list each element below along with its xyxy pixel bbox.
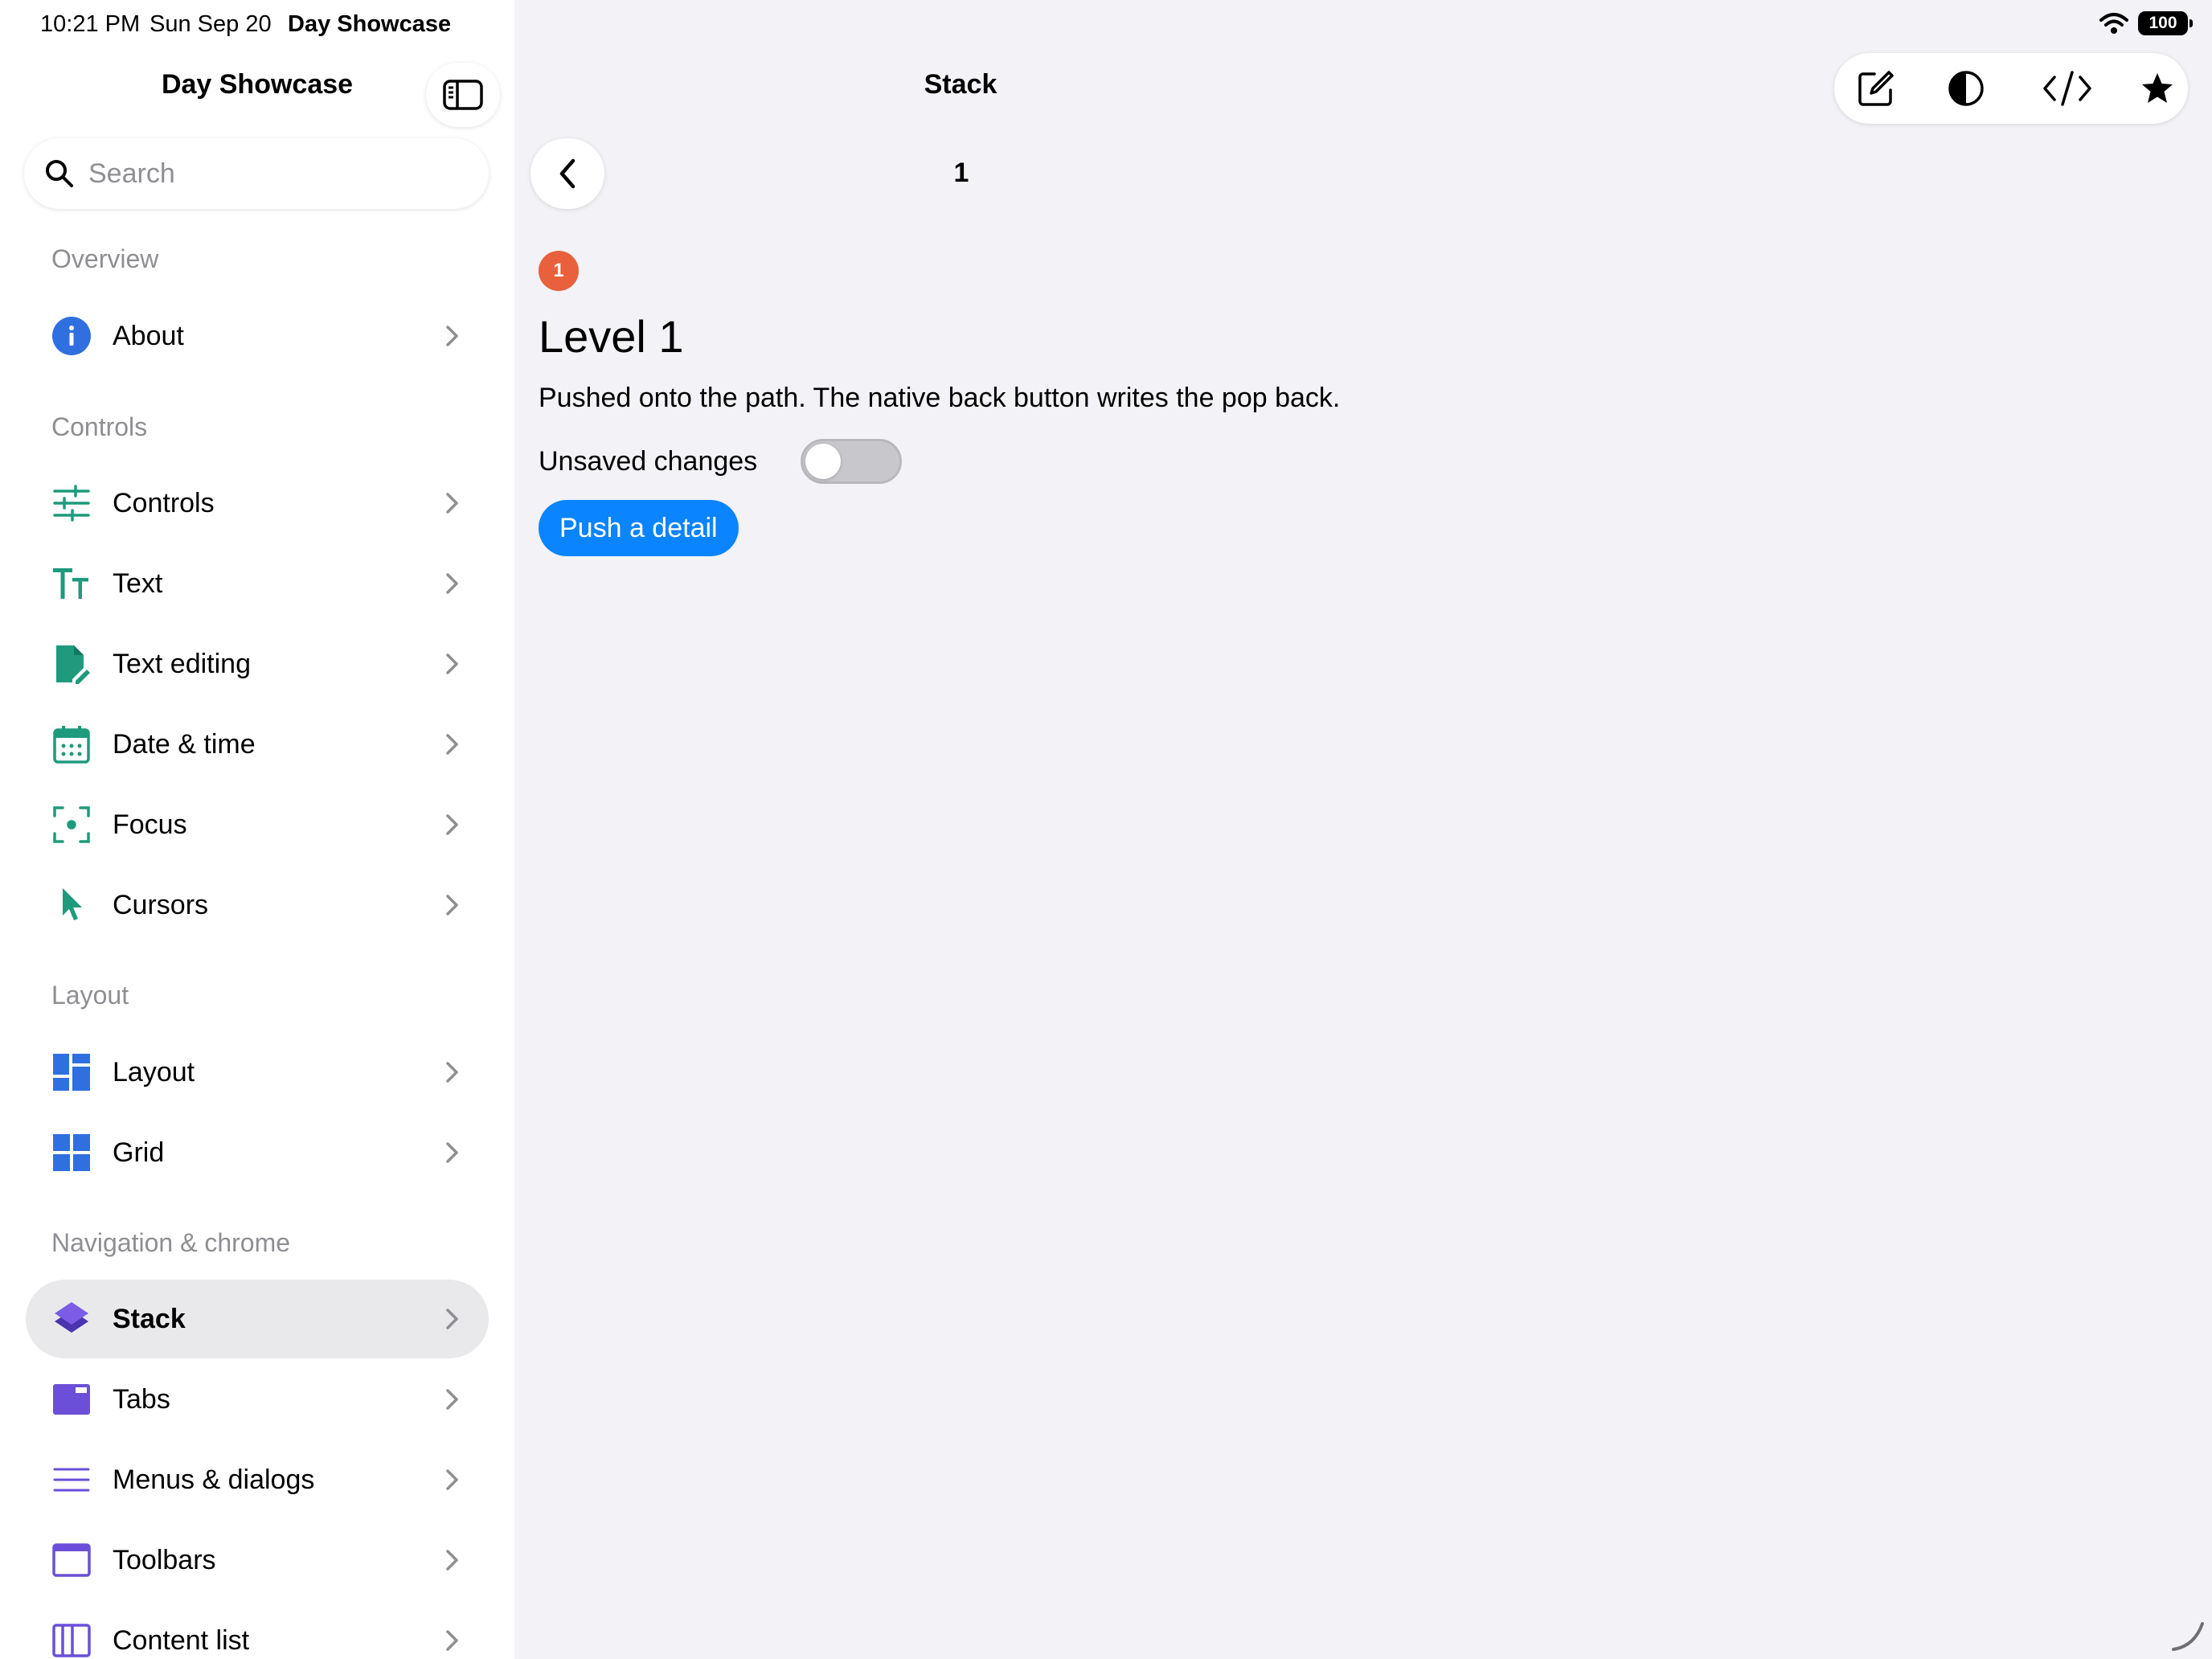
content-list-icon bbox=[51, 1620, 92, 1659]
chevron-right-icon bbox=[446, 1630, 458, 1651]
level-description: Pushed onto the path. The native back bu… bbox=[539, 383, 1341, 413]
sidebar-item-content-list[interactable]: Content list bbox=[26, 1601, 489, 1659]
sidebar-item-about[interactable]: About bbox=[26, 297, 489, 375]
sidebar-icon bbox=[443, 80, 483, 110]
sidebar-item-label: Grid bbox=[113, 1137, 165, 1168]
sidebar-item-label: Layout bbox=[113, 1056, 195, 1088]
sidebar-item-label: Controls bbox=[113, 487, 215, 518]
sidebar-item-layout[interactable]: Layout bbox=[26, 1033, 489, 1112]
chevron-right-icon bbox=[446, 814, 458, 835]
level-badge: 1 bbox=[539, 251, 579, 291]
chevron-right-icon bbox=[446, 895, 458, 916]
sidebar-item-label: Stack bbox=[113, 1303, 186, 1334]
section-label-controls: Controls bbox=[51, 412, 148, 441]
compose-icon bbox=[1858, 71, 1894, 106]
text-size-icon bbox=[51, 563, 92, 604]
search-field[interactable] bbox=[24, 138, 489, 209]
chevron-right-icon bbox=[446, 1309, 458, 1329]
sidebar-item-tabs[interactable]: Tabs bbox=[26, 1360, 489, 1439]
sidebar-item-label: Toolbars bbox=[113, 1544, 216, 1575]
sidebar-item-label: Text editing bbox=[113, 648, 251, 679]
sidebar-item-controls[interactable]: Controls bbox=[26, 464, 489, 543]
appearance-button[interactable] bbox=[1947, 69, 1985, 108]
sidebar-item-label: Content list bbox=[113, 1624, 250, 1656]
sidebar-item-label: Cursors bbox=[113, 889, 209, 920]
menu-icon bbox=[51, 1460, 92, 1500]
sidebar-toggle-button[interactable] bbox=[426, 63, 500, 127]
search-input[interactable] bbox=[88, 158, 474, 190]
chevron-right-icon bbox=[446, 1550, 458, 1571]
section-label-navigation-chrome: Navigation & chrome bbox=[51, 1228, 291, 1257]
unsaved-changes-label: Unsaved changes bbox=[539, 445, 758, 477]
level-title: Level 1 bbox=[539, 311, 684, 362]
sidebar-item-grid[interactable]: Grid bbox=[26, 1113, 489, 1192]
search-icon bbox=[46, 160, 73, 187]
sidebar-item-cursors[interactable]: Cursors bbox=[26, 866, 489, 944]
chevron-right-icon bbox=[446, 573, 458, 594]
cursor-icon bbox=[51, 885, 92, 925]
toolbar-icon bbox=[51, 1540, 92, 1580]
chevron-right-icon bbox=[446, 1469, 458, 1490]
tabs-icon bbox=[51, 1379, 92, 1419]
stack-icon bbox=[51, 1299, 92, 1339]
chevron-right-icon bbox=[446, 653, 458, 674]
sidebar-item-toolbars[interactable]: Toolbars bbox=[26, 1521, 489, 1600]
sidebar-item-label: Menus & dialogs bbox=[113, 1464, 315, 1495]
chevron-right-icon bbox=[446, 1389, 458, 1410]
push-detail-button[interactable]: Push a detail bbox=[539, 500, 739, 556]
sidebar-item-label: About bbox=[113, 320, 184, 351]
toolbar bbox=[1834, 53, 2188, 124]
sidebar-item-label: Text bbox=[113, 567, 163, 599]
resize-handle-icon[interactable] bbox=[2170, 1617, 2206, 1653]
grid-icon bbox=[51, 1133, 92, 1173]
sidebar: Day Showcase Overview About Controls bbox=[0, 0, 514, 1659]
contrast-icon bbox=[1948, 71, 1984, 106]
sidebar-item-label: Focus bbox=[113, 809, 187, 840]
unsaved-changes-row: Unsaved changes bbox=[539, 439, 902, 484]
chevron-right-icon bbox=[446, 326, 458, 346]
sidebar-item-label: Date & time bbox=[113, 728, 256, 760]
chevron-right-icon bbox=[446, 1142, 458, 1163]
sidebar-item-label: Tabs bbox=[113, 1383, 170, 1415]
calendar-icon bbox=[51, 724, 92, 764]
unsaved-changes-toggle[interactable] bbox=[801, 439, 902, 484]
star-icon bbox=[2142, 73, 2173, 103]
sliders-icon bbox=[51, 483, 92, 523]
detail-pane: Stack 1 1 Level 1 Pushed onto the path. … bbox=[514, 0, 2212, 1659]
view-code-button[interactable] bbox=[2042, 69, 2093, 108]
compose-button[interactable] bbox=[1857, 69, 1895, 108]
sidebar-item-date-time[interactable]: Date & time bbox=[26, 705, 489, 784]
sidebar-item-menus-dialogs[interactable]: Menus & dialogs bbox=[26, 1440, 489, 1519]
toggle-knob bbox=[805, 444, 841, 479]
favorite-button[interactable] bbox=[2138, 69, 2177, 108]
section-label-layout: Layout bbox=[51, 981, 129, 1010]
chevron-right-icon bbox=[446, 734, 458, 755]
sidebar-item-text-editing[interactable]: Text editing bbox=[26, 625, 489, 703]
section-label-overview: Overview bbox=[51, 244, 159, 273]
chevron-right-icon bbox=[446, 1062, 458, 1083]
focus-icon bbox=[51, 805, 92, 845]
layout-icon bbox=[51, 1052, 92, 1092]
sidebar-item-text[interactable]: Text bbox=[26, 544, 489, 623]
document-edit-icon bbox=[51, 644, 92, 684]
sidebar-item-focus[interactable]: Focus bbox=[26, 785, 489, 864]
sidebar-item-stack[interactable]: Stack bbox=[26, 1280, 489, 1358]
page-title: Stack bbox=[924, 69, 997, 100]
chevron-right-icon bbox=[446, 493, 458, 514]
code-icon bbox=[2043, 71, 2091, 106]
path-count: 1 bbox=[953, 158, 969, 188]
info-icon bbox=[51, 316, 92, 356]
